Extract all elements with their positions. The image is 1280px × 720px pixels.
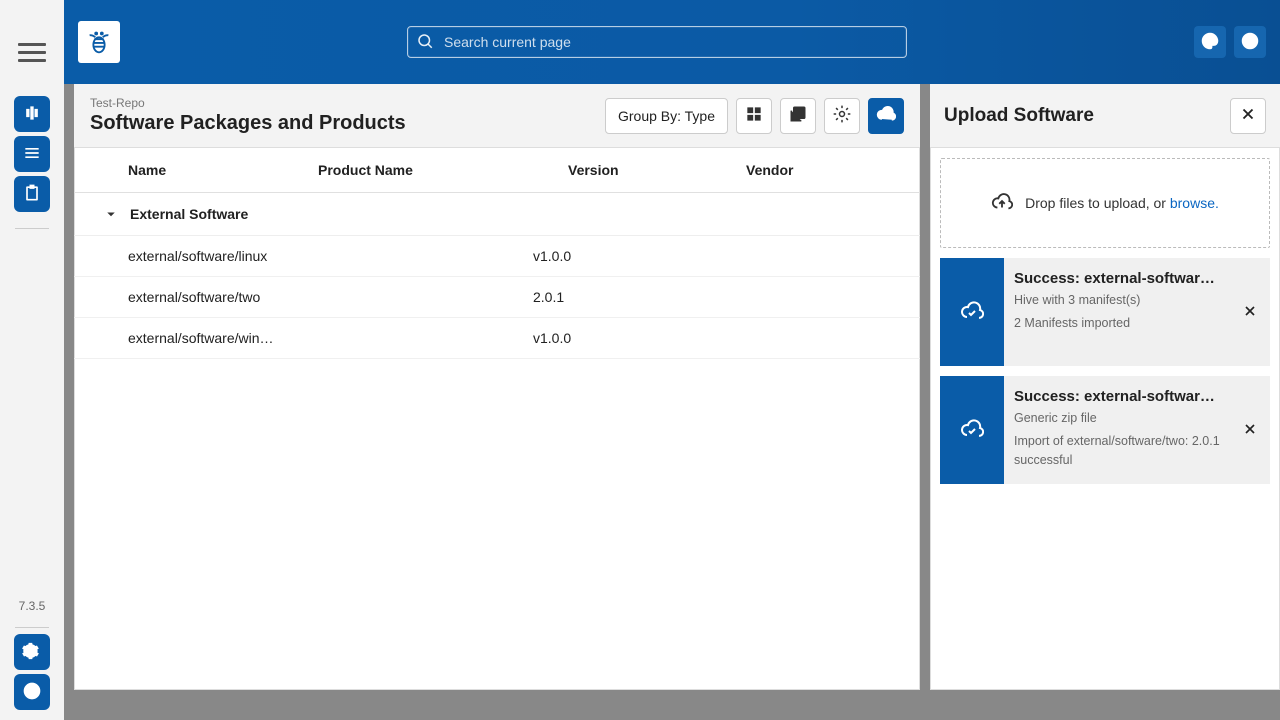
menu-toggle-button[interactable]	[18, 38, 46, 66]
upload-dropzone[interactable]: Drop files to upload, or browse.	[940, 158, 1270, 248]
cell-vendor	[711, 289, 892, 305]
clipboard-icon	[22, 183, 42, 206]
group-by-button[interactable]: Group By: Type	[605, 98, 728, 134]
top-header	[64, 0, 1280, 84]
rail-item-workspaces[interactable]	[14, 96, 50, 132]
header-actions	[1194, 26, 1266, 58]
table-row[interactable]: external/software/two 2.0.1	[74, 277, 920, 318]
software-table: Name Product Name Version Vendor Externa…	[74, 148, 920, 690]
upload-card-icon-area	[940, 376, 1004, 484]
upload-card-subtitle-2: Import of external/software/two: 2.0.1 s…	[1014, 432, 1220, 470]
search-input[interactable]	[442, 33, 898, 51]
view-grid-button[interactable]	[736, 98, 772, 134]
dropzone-prefix: Drop files to upload, or	[1025, 195, 1170, 211]
content-row: Test-Repo Software Packages and Products…	[64, 84, 1280, 720]
close-icon	[1242, 303, 1258, 322]
cell-vendor	[711, 248, 892, 264]
upload-card-subtitle-1: Generic zip file	[1014, 409, 1220, 428]
account-button[interactable]	[1234, 26, 1266, 58]
column-header-name[interactable]: Name	[128, 162, 318, 178]
upload-result-card: Success: external-software-… Generic zip…	[940, 376, 1270, 484]
group-row-external-software[interactable]: External Software	[74, 193, 920, 236]
breadcrumb: Test-Repo	[90, 96, 597, 110]
list-icon	[22, 143, 42, 166]
dismiss-upload-card-button[interactable]	[1230, 258, 1270, 366]
app-logo[interactable]	[78, 21, 120, 63]
table-row[interactable]: external/software/linux v1.0.0	[74, 236, 920, 277]
column-header-vendor[interactable]: Vendor	[746, 162, 892, 178]
upload-card-subtitle-1: Hive with 3 manifest(s)	[1014, 291, 1220, 310]
rail-item-settings[interactable]	[14, 634, 50, 670]
cell-version: v1.0.0	[533, 330, 711, 346]
close-icon	[1239, 105, 1257, 126]
cloud-done-icon	[960, 299, 984, 326]
column-header-version[interactable]: Version	[568, 162, 746, 178]
upload-card-title: Success: external-software-…	[1014, 388, 1220, 405]
upload-panel-header: Upload Software	[930, 84, 1280, 148]
gear-icon	[832, 104, 852, 127]
theme-button[interactable]	[1194, 26, 1226, 58]
cell-version: 2.0.1	[533, 289, 711, 305]
settings-button[interactable]	[824, 98, 860, 134]
view-stacked-button[interactable]	[780, 98, 816, 134]
table-header-row: Name Product Name Version Vendor	[74, 148, 920, 193]
cell-version: v1.0.0	[533, 248, 711, 264]
upload-card-icon-area	[940, 258, 1004, 366]
cell-name: external/software/two	[128, 289, 283, 305]
cell-name: external/software/linux	[128, 248, 283, 264]
browse-link[interactable]: browse.	[1170, 195, 1219, 211]
close-icon	[1242, 421, 1258, 440]
cube-icon	[22, 103, 42, 126]
rail-bottom-group	[14, 634, 50, 710]
upload-result-card: Success: external-software-… Hive with 3…	[940, 258, 1270, 366]
upload-button[interactable]	[868, 98, 904, 134]
dismiss-upload-card-button[interactable]	[1230, 376, 1270, 484]
upload-panel-title: Upload Software	[944, 105, 1222, 127]
column-header-product[interactable]: Product Name	[318, 162, 568, 178]
chevron-down-icon	[102, 205, 120, 223]
main-column: Test-Repo Software Packages and Products…	[64, 0, 1280, 720]
cell-vendor	[711, 330, 892, 346]
search-icon	[416, 32, 434, 53]
gear-icon	[22, 641, 42, 664]
cell-product	[283, 330, 533, 346]
main-panel-header: Test-Repo Software Packages and Products…	[74, 84, 920, 148]
layers-icon	[788, 104, 808, 127]
group-label: External Software	[130, 206, 248, 222]
app-root: 7.3.5	[0, 0, 1280, 720]
grid-icon	[744, 104, 764, 127]
upload-card-title: Success: external-software-…	[1014, 270, 1220, 287]
group-by-label: Group By: Type	[618, 108, 715, 124]
help-icon	[22, 681, 42, 704]
upload-panel: Upload Software Drop files to upload, or	[930, 84, 1280, 690]
cell-name: external/software/win…	[128, 330, 283, 346]
search-container	[130, 26, 1184, 58]
dropzone-text: Drop files to upload, or browse.	[1025, 195, 1219, 211]
rail-item-list[interactable]	[14, 136, 50, 172]
sidebar-rail: 7.3.5	[0, 0, 64, 720]
close-upload-button[interactable]	[1230, 98, 1266, 134]
upload-card-subtitle-2: 2 Manifests imported	[1014, 314, 1220, 333]
rail-item-help[interactable]	[14, 674, 50, 710]
palette-icon	[1200, 31, 1220, 54]
cell-product	[283, 248, 533, 264]
cloud-upload-icon	[991, 191, 1013, 216]
bee-logo-icon	[84, 26, 114, 59]
cloud-done-icon	[960, 417, 984, 444]
table-row[interactable]: external/software/win… v1.0.0	[74, 318, 920, 359]
page-title: Software Packages and Products	[90, 112, 597, 135]
rail-divider-bottom	[15, 627, 49, 628]
rail-item-tasks[interactable]	[14, 176, 50, 212]
version-label: 7.3.5	[19, 599, 46, 613]
rail-divider	[15, 228, 49, 229]
rail-top-group	[14, 96, 50, 212]
cloud-upload-icon	[876, 104, 896, 127]
main-panel: Test-Repo Software Packages and Products…	[74, 84, 920, 690]
search-field[interactable]	[407, 26, 907, 58]
upload-panel-body: Drop files to upload, or browse. Success…	[930, 148, 1280, 494]
account-icon	[1240, 31, 1260, 54]
cell-product	[283, 289, 533, 305]
